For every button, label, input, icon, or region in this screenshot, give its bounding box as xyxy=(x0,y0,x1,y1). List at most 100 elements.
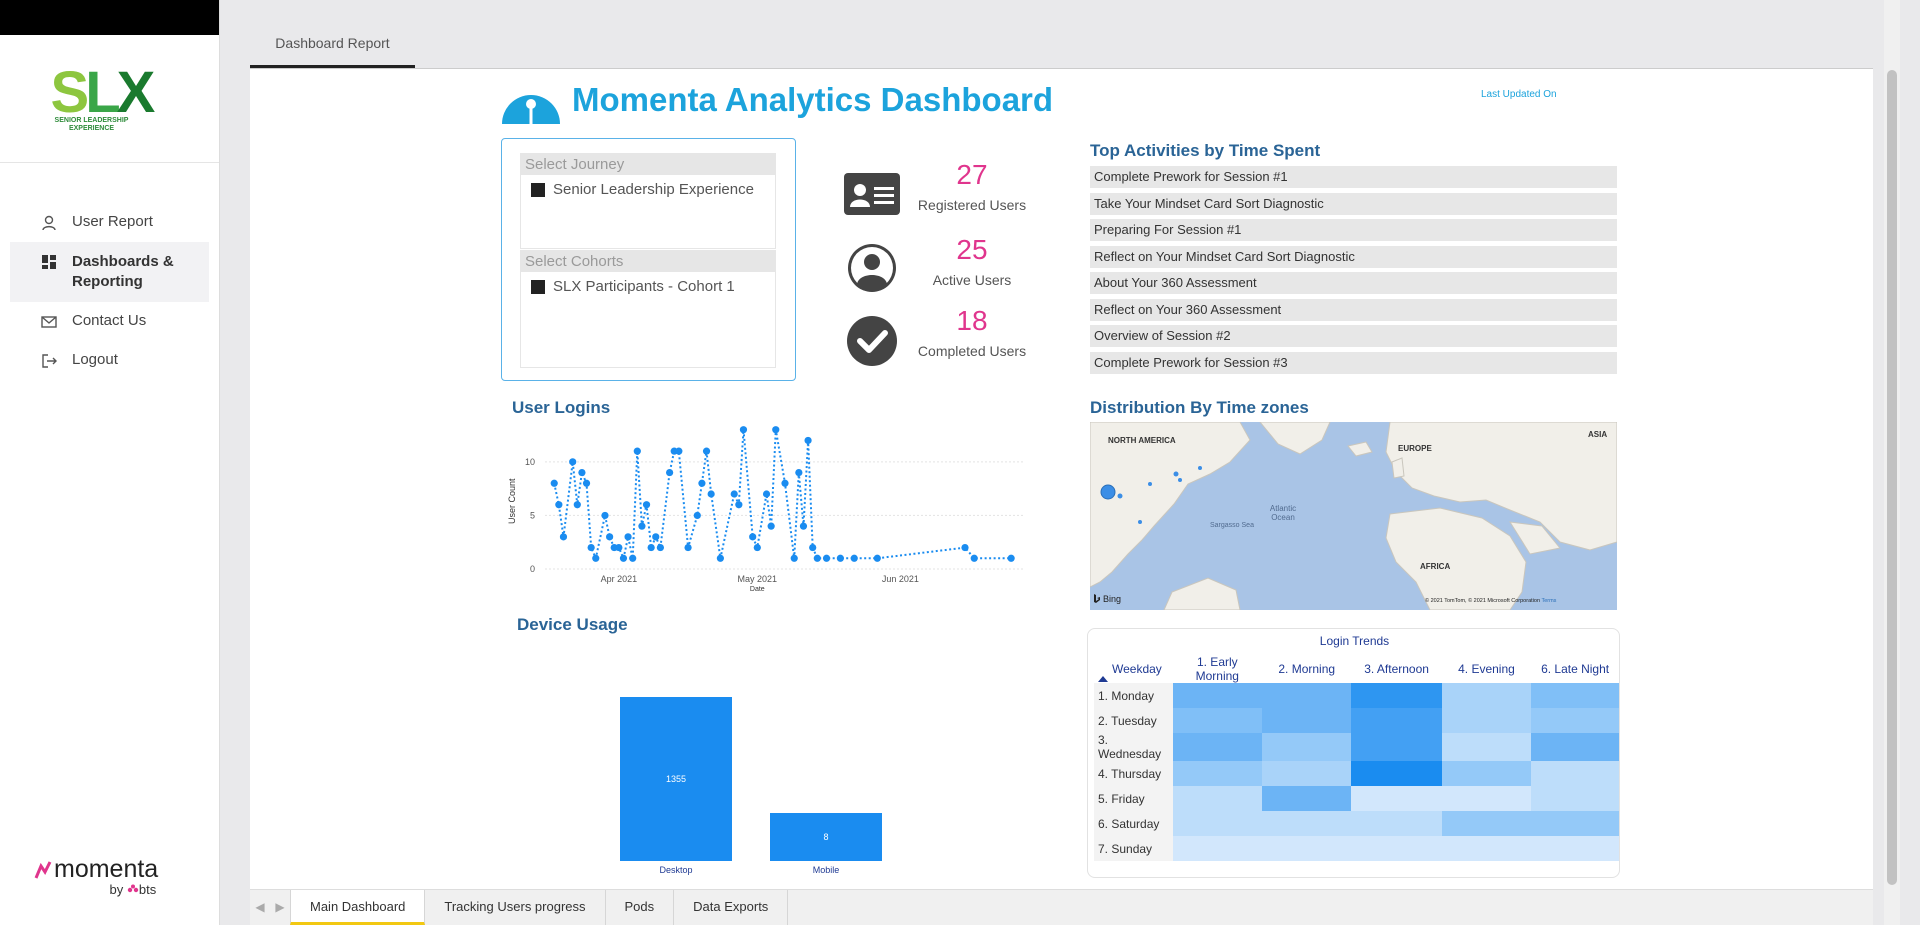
data-point[interactable] xyxy=(873,554,881,562)
heatmap-cell[interactable] xyxy=(1351,836,1442,861)
checkbox-checked[interactable] xyxy=(531,279,545,294)
data-point[interactable] xyxy=(624,533,632,541)
list-item[interactable]: Overview of Session #2 xyxy=(1090,325,1617,347)
heatmap-cell[interactable] xyxy=(1351,708,1442,733)
heatmap-cell[interactable] xyxy=(1262,836,1352,861)
heatmap-cell[interactable] xyxy=(1531,836,1619,861)
heatmap-cell[interactable] xyxy=(1531,683,1619,708)
data-point[interactable] xyxy=(693,511,701,520)
heatmap-cell[interactable] xyxy=(1262,786,1352,811)
data-point[interactable] xyxy=(730,490,738,498)
tab-dashboard-report[interactable]: Dashboard Report xyxy=(250,27,415,68)
heatmap-cell[interactable] xyxy=(1441,811,1532,836)
map-terms-link[interactable]: Terms xyxy=(1541,598,1556,604)
heatmap-cell[interactable] xyxy=(1351,733,1442,761)
data-point[interactable] xyxy=(550,479,558,487)
data-point[interactable] xyxy=(615,543,623,552)
heatmap-cell[interactable] xyxy=(1262,811,1352,836)
data-point[interactable] xyxy=(809,543,817,552)
vertical-scrollbar[interactable] xyxy=(1884,0,1900,925)
heatmap-cell[interactable] xyxy=(1441,708,1532,733)
heatmap-cell[interactable] xyxy=(1172,761,1263,786)
data-point[interactable] xyxy=(749,533,757,541)
heatmap-cell[interactable] xyxy=(1531,761,1619,786)
sidebar-item-dashboards[interactable]: Dashboards & Reporting xyxy=(10,242,209,302)
data-point[interactable] xyxy=(804,436,812,445)
prev-page-icon[interactable]: ◀ xyxy=(250,890,270,925)
slx-logo[interactable]: SLX SENIOR LEADERSHIP EXPERIENCE xyxy=(51,60,169,137)
heatmap-cell[interactable] xyxy=(1172,683,1263,708)
tab-tracking-users-progress[interactable]: Tracking Users progress xyxy=(425,890,606,925)
data-point[interactable] xyxy=(619,554,628,562)
cohort-option[interactable]: SLX Participants - Cohort 1 xyxy=(521,272,775,301)
heatmap-cell[interactable] xyxy=(1262,708,1352,733)
data-point[interactable] xyxy=(666,468,674,477)
data-point[interactable] xyxy=(716,554,724,562)
scrollbar-thumb[interactable] xyxy=(1887,70,1897,885)
heatmap-cell[interactable] xyxy=(1262,733,1352,761)
data-point[interactable] xyxy=(735,501,743,509)
heatmap-cell[interactable] xyxy=(1531,733,1619,761)
data-point[interactable] xyxy=(592,554,600,562)
data-point[interactable] xyxy=(601,511,609,520)
tab-main-dashboard[interactable]: Main Dashboard xyxy=(290,890,426,925)
list-item[interactable]: Take Your Mindset Card Sort Diagnostic xyxy=(1090,192,1617,215)
data-point[interactable] xyxy=(762,490,771,498)
heatmap-cell[interactable] xyxy=(1262,683,1352,708)
data-point[interactable] xyxy=(961,543,969,552)
data-point[interactable] xyxy=(555,501,563,509)
heatmap-cell[interactable] xyxy=(1441,786,1532,811)
tab-pods[interactable]: Pods xyxy=(606,890,675,925)
tab-data-exports[interactable]: Data Exports xyxy=(674,890,789,925)
heatmap-cell[interactable] xyxy=(1262,761,1352,786)
device-usage-chart[interactable]: 1355 Desktop 8 Mobile xyxy=(550,629,990,889)
heatmap-cell[interactable] xyxy=(1351,761,1442,786)
data-point[interactable] xyxy=(707,490,715,498)
data-point[interactable] xyxy=(772,426,780,434)
list-item[interactable]: Reflect on Your 360 Assessment xyxy=(1090,298,1617,321)
data-point[interactable] xyxy=(684,543,692,552)
data-point[interactable] xyxy=(587,543,595,552)
data-point[interactable] xyxy=(642,501,651,509)
list-item[interactable]: About Your 360 Assessment xyxy=(1090,272,1617,294)
data-point[interactable] xyxy=(850,554,858,562)
data-point[interactable] xyxy=(573,501,581,509)
data-point[interactable] xyxy=(569,458,577,466)
heatmap-cell[interactable] xyxy=(1172,786,1263,811)
next-page-icon[interactable]: ▶ xyxy=(270,890,290,925)
data-point[interactable] xyxy=(836,554,844,562)
heatmap-cell[interactable] xyxy=(1351,811,1442,836)
data-point[interactable] xyxy=(629,554,637,562)
heatmap-cell[interactable] xyxy=(1531,786,1619,811)
list-item[interactable]: Complete Prework for Session #1 xyxy=(1090,166,1617,188)
heatmap-cell[interactable] xyxy=(1172,733,1263,761)
heatmap-cell[interactable] xyxy=(1531,811,1619,836)
data-point[interactable] xyxy=(582,479,591,487)
heatmap-cell[interactable] xyxy=(1351,786,1442,811)
data-point[interactable] xyxy=(781,479,789,487)
data-point[interactable] xyxy=(795,468,803,477)
heatmap-cell[interactable] xyxy=(1531,708,1619,733)
weekday-header[interactable]: Weekday xyxy=(1094,655,1173,683)
data-point[interactable] xyxy=(822,554,831,562)
data-point[interactable] xyxy=(606,533,614,541)
data-point[interactable] xyxy=(702,447,711,455)
user-logins-chart[interactable]: 0 5 10 Apr 2021 May 2021 Jun 2021 Date User Cou… xyxy=(505,409,1035,609)
heatmap-cell[interactable] xyxy=(1441,683,1532,708)
heatmap-cell[interactable] xyxy=(1172,811,1263,836)
list-item[interactable]: Complete Prework for Session #3 xyxy=(1090,351,1617,374)
data-point[interactable] xyxy=(675,447,683,455)
heatmap-cell[interactable] xyxy=(1441,836,1532,861)
data-point[interactable] xyxy=(970,554,978,562)
heatmap-cell[interactable] xyxy=(1441,761,1532,786)
heatmap-cell[interactable] xyxy=(1172,708,1263,733)
data-point[interactable] xyxy=(559,533,568,541)
data-point[interactable] xyxy=(647,543,655,552)
sidebar-item-user-report[interactable]: User Report xyxy=(0,203,219,242)
sidebar-item-logout[interactable]: Logout xyxy=(0,341,219,380)
list-item[interactable]: Preparing For Session #1 xyxy=(1090,219,1617,241)
data-point[interactable] xyxy=(633,447,641,455)
data-point[interactable] xyxy=(813,554,821,562)
heatmap-cell[interactable] xyxy=(1441,733,1532,761)
data-point[interactable] xyxy=(799,522,808,530)
